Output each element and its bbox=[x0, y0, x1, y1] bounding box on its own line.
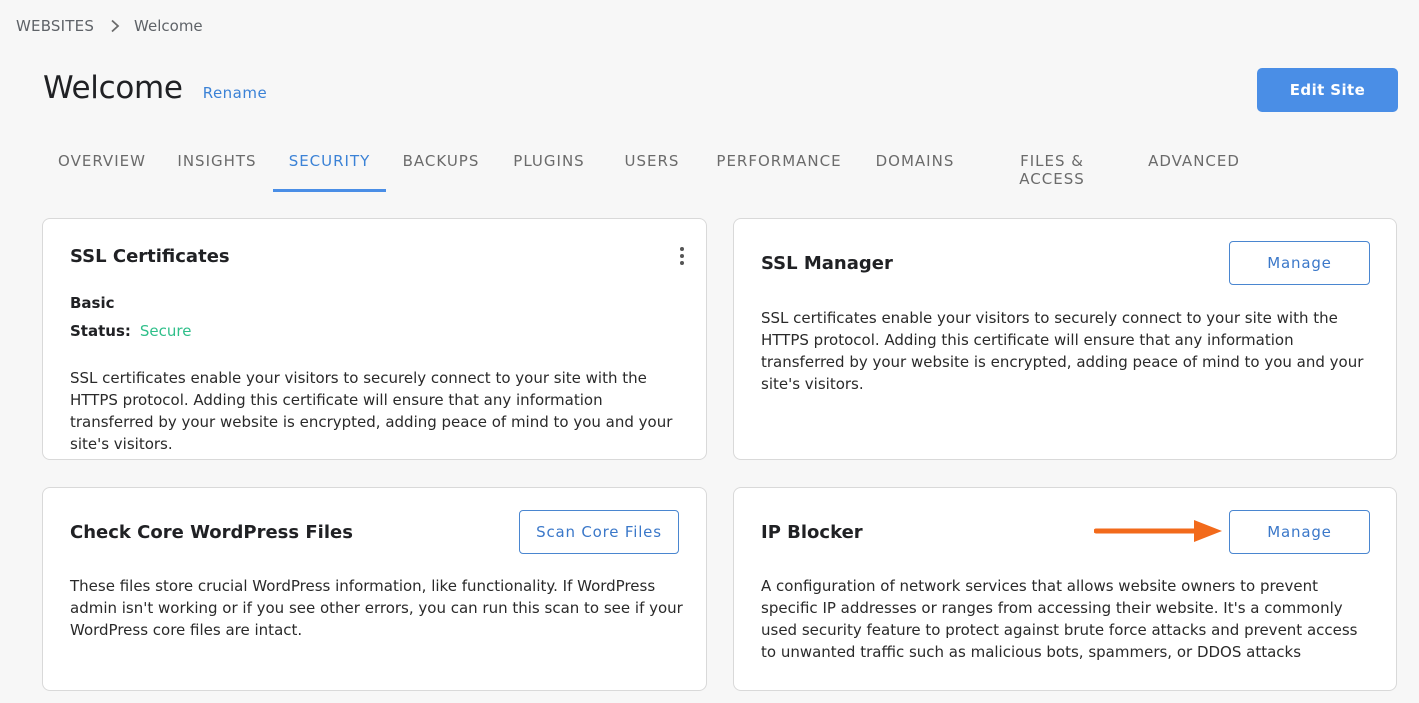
ssl-certificates-title: SSL Certificates bbox=[70, 246, 230, 267]
rename-link[interactable]: Rename bbox=[203, 84, 268, 102]
ip-blocker-title: IP Blocker bbox=[761, 522, 863, 543]
tab-backups[interactable]: BACKUPS bbox=[397, 145, 485, 192]
ip-blocker-description: A configuration of network services that… bbox=[761, 577, 1358, 661]
tab-files-access[interactable]: FILES & ACCESS bbox=[986, 145, 1118, 192]
tab-plugins[interactable]: PLUGINS bbox=[508, 145, 590, 192]
title-row: Welcome Rename bbox=[43, 70, 267, 106]
breadcrumb-websites-link[interactable]: WEBSITES bbox=[16, 17, 94, 35]
tab-insights[interactable]: INSIGHTS bbox=[172, 145, 262, 192]
ssl-status-label: Status: bbox=[70, 322, 131, 340]
core-files-title: Check Core WordPress Files bbox=[70, 522, 353, 543]
ssl-manager-description: SSL certificates enable your visitors to… bbox=[761, 309, 1364, 393]
tab-bar: OVERVIEW INSIGHTS SECURITY BACKUPS PLUGI… bbox=[42, 145, 1402, 192]
breadcrumb: WEBSITES Welcome bbox=[16, 17, 203, 35]
ssl-status-value: Secure bbox=[139, 322, 192, 340]
scan-core-files-button[interactable]: Scan Core Files bbox=[519, 510, 679, 554]
ssl-manager-title: SSL Manager bbox=[761, 253, 893, 274]
annotation-arrow-icon bbox=[1094, 520, 1222, 542]
ssl-manager-manage-button[interactable]: Manage bbox=[1229, 241, 1370, 285]
ssl-certificates-card: SSL Certificates Basic Status: Secure SS… bbox=[42, 218, 707, 460]
core-files-description: These files store crucial WordPress info… bbox=[70, 577, 683, 639]
ssl-status-row: Status: Secure bbox=[70, 322, 191, 340]
tab-performance[interactable]: PERFORMANCE bbox=[714, 145, 844, 192]
ssl-certificates-description: SSL certificates enable your visitors to… bbox=[70, 369, 673, 453]
page-title: Welcome bbox=[43, 70, 183, 106]
tab-overview[interactable]: OVERVIEW bbox=[42, 145, 162, 192]
chevron-right-icon bbox=[110, 19, 120, 33]
ssl-plan-label: Basic bbox=[70, 294, 115, 312]
core-files-card: Check Core WordPress Files Scan Core Fil… bbox=[42, 487, 707, 691]
ip-blocker-manage-button[interactable]: Manage bbox=[1229, 510, 1370, 554]
ssl-manager-card: SSL Manager Manage SSL certificates enab… bbox=[733, 218, 1397, 460]
tab-domains[interactable]: DOMAINS bbox=[872, 145, 958, 192]
ip-blocker-card: IP Blocker Manage A configuration of net… bbox=[733, 487, 1397, 691]
breadcrumb-current: Welcome bbox=[134, 17, 203, 35]
tab-users[interactable]: USERS bbox=[620, 145, 684, 192]
edit-site-button[interactable]: Edit Site bbox=[1257, 68, 1398, 112]
tab-security[interactable]: SECURITY bbox=[273, 145, 386, 192]
tab-advanced[interactable]: ADVANCED bbox=[1146, 145, 1242, 192]
more-options-icon[interactable] bbox=[675, 247, 689, 269]
